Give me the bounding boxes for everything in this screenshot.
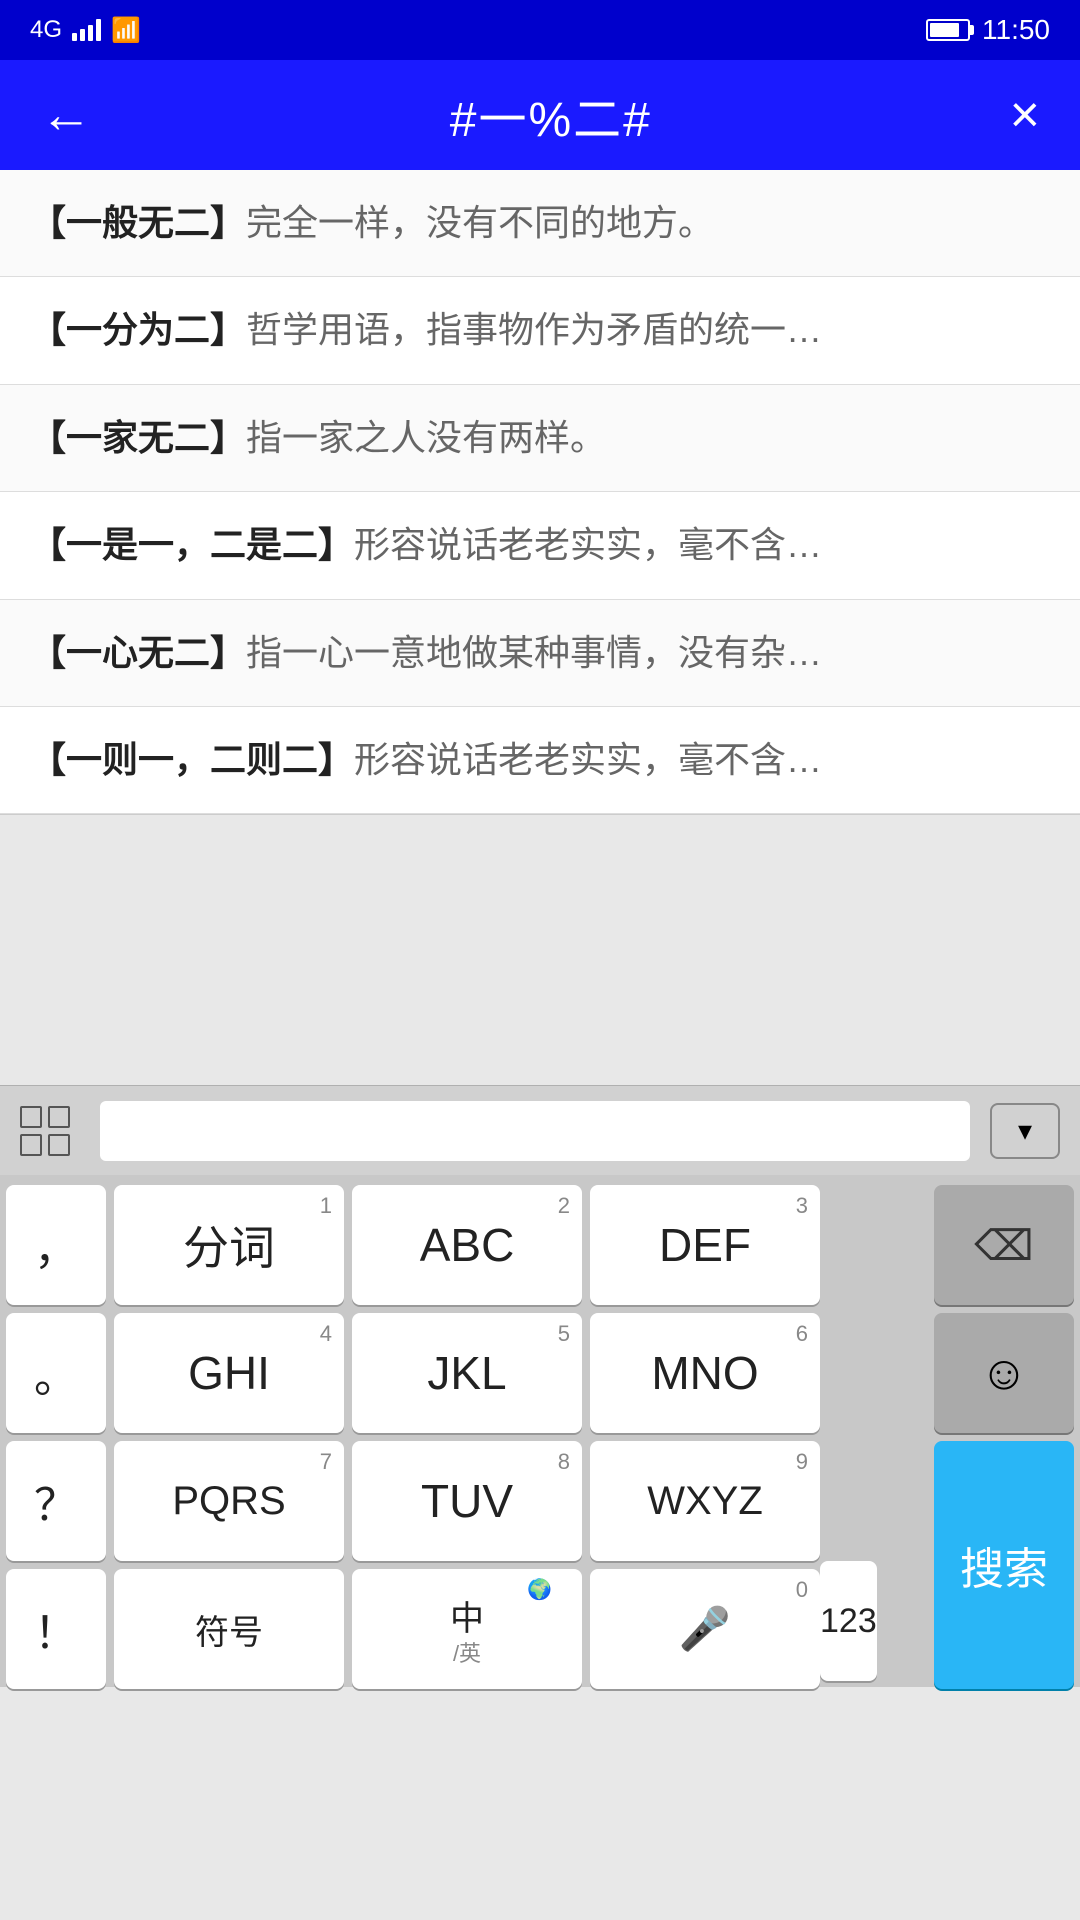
action-column: ⌫ ☺ 搜索 xyxy=(934,1185,1074,1689)
ime-toolbar: ▾ xyxy=(0,1085,1080,1175)
result-item-4[interactable]: 【一心无二】指一心一意地做某种事情，没有杂… xyxy=(0,600,1080,707)
sym-key-period[interactable]: 。 xyxy=(6,1313,106,1433)
close-button[interactable]: × xyxy=(1010,85,1040,145)
key-symbol[interactable]: 符号 xyxy=(114,1569,344,1689)
key-2-abc[interactable]: 2 ABC xyxy=(352,1185,582,1305)
grid-icon[interactable] xyxy=(20,1101,80,1161)
key-3-def[interactable]: 3 DEF xyxy=(590,1185,820,1305)
status-bar: 4G 📶 11:50 xyxy=(0,0,1080,60)
key-6-mno[interactable]: 6 MNO xyxy=(590,1313,820,1433)
network-label: 4G xyxy=(30,16,62,44)
search-title: #一%二# xyxy=(450,80,652,150)
key-lang[interactable]: 中 🌍 /英 xyxy=(352,1569,582,1689)
result-item-2[interactable]: 【一家无二】指一家之人没有两样。 xyxy=(0,385,1080,492)
sym-key-exclaim[interactable]: ！ xyxy=(6,1569,106,1689)
keyboard-down-button[interactable]: ▾ xyxy=(990,1103,1060,1159)
symbol-column: ， 。 ？ ！ xyxy=(6,1185,106,1689)
emoji-key[interactable]: ☺ xyxy=(934,1313,1074,1433)
key-9-wxyz[interactable]: 9 WXYZ xyxy=(590,1441,820,1561)
search-key[interactable]: 搜索 xyxy=(934,1441,1074,1689)
main-key-grid: 1 分词 2 ABC 3 DEF 4 GHI 5 xyxy=(114,1185,926,1689)
results-list: 【一般无二】完全一样，没有不同的地方。【一分为二】哲学用语，指事物作为矛盾的统一… xyxy=(0,170,1080,815)
back-button[interactable]: ← xyxy=(40,89,92,141)
battery-icon xyxy=(926,19,970,41)
key-1-fenci[interactable]: 1 分词 xyxy=(114,1185,344,1305)
result-item-3[interactable]: 【一是一，二是二】形容说话老老实实，毫不含… xyxy=(0,492,1080,599)
key-mic[interactable]: 0 🎤 xyxy=(590,1569,820,1689)
result-item-0[interactable]: 【一般无二】完全一样，没有不同的地方。 xyxy=(0,170,1080,277)
status-left: 4G 📶 xyxy=(30,16,141,45)
time-label: 11:50 xyxy=(982,14,1050,46)
status-right: 11:50 xyxy=(926,14,1050,46)
key-123[interactable]: 123 xyxy=(820,1561,877,1681)
key-7-pqrs[interactable]: 7 PQRS xyxy=(114,1441,344,1561)
keyboard: ， 。 ？ ！ 1 分词 2 ABC 3 DEF xyxy=(0,1175,1080,1687)
wifi-icon: 📶 xyxy=(111,16,141,45)
signal-icon xyxy=(72,19,101,41)
backspace-key[interactable]: ⌫ xyxy=(934,1185,1074,1305)
key-5-jkl[interactable]: 5 JKL xyxy=(352,1313,582,1433)
result-item-1[interactable]: 【一分为二】哲学用语，指事物作为矛盾的统一… xyxy=(0,277,1080,384)
result-item-5[interactable]: 【一则一，二则二】形容说话老老实实，毫不含… xyxy=(0,707,1080,814)
sym-key-question[interactable]: ？ xyxy=(6,1441,106,1561)
empty-area xyxy=(0,815,1080,1085)
key-4-ghi[interactable]: 4 GHI xyxy=(114,1313,344,1433)
sym-key-comma[interactable]: ， xyxy=(6,1185,106,1305)
ime-input-area[interactable] xyxy=(100,1101,970,1161)
key-8-tuv[interactable]: 8 TUV xyxy=(352,1441,582,1561)
nav-bar: ← #一%二# × xyxy=(0,60,1080,170)
